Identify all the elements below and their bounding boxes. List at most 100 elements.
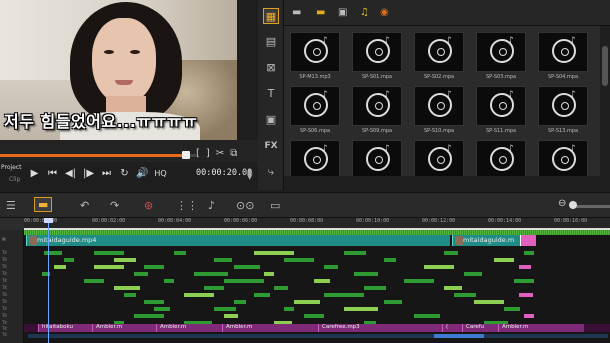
project-mode-label[interactable]: Project	[1, 164, 22, 171]
music-clip-label: hitaitaboku	[42, 324, 73, 330]
hq-toggle[interactable]: HQ	[154, 169, 167, 178]
track-label[interactable]: Tit	[2, 250, 22, 255]
undo-icon[interactable]: ↶	[80, 199, 89, 212]
enlarge-icon[interactable]: ⧉	[230, 148, 237, 159]
track-label[interactable]: Tit	[2, 326, 22, 331]
music-clip[interactable]: Ambler.m	[92, 324, 156, 332]
audio-tile[interactable]: ♪	[352, 140, 402, 180]
audio-tile[interactable]: ♪	[290, 140, 340, 180]
music-clip[interactable]: hitaitaboku	[38, 324, 92, 332]
audio-tile[interactable]: ♪	[352, 86, 402, 126]
mark-in-button[interactable]: [	[196, 148, 200, 159]
tile-label: SP-S04.mpa	[547, 74, 579, 80]
graphic-icon[interactable]: ▣	[263, 112, 279, 128]
note-icon: ♪	[570, 36, 576, 46]
prev-frame-icon[interactable]: ◀|	[64, 168, 77, 179]
music-clip[interactable]: Ambler.m	[156, 324, 222, 332]
record-capture-icon[interactable]: ⊛	[144, 199, 153, 212]
audio-tile[interactable]: ♪	[414, 32, 464, 72]
scrub-handle[interactable]	[182, 151, 190, 159]
browse-icon[interactable]: ◉	[380, 7, 389, 18]
title-icon[interactable]: T	[263, 86, 279, 102]
note-icon: ♪	[570, 90, 576, 100]
tile-label: SP-S10.mpa	[423, 128, 455, 134]
zoom-out-icon[interactable]: ⊖	[558, 198, 566, 209]
voice-track[interactable]	[24, 333, 610, 339]
audio-tile[interactable]: ♪	[476, 140, 526, 180]
redo-icon[interactable]: ↷	[110, 199, 119, 212]
audio-tile[interactable]: ♪	[290, 86, 340, 126]
music-clip[interactable]: Carefu	[462, 324, 498, 332]
music-clip[interactable]: Carefree.mp3	[318, 324, 442, 332]
track-label[interactable]: Tit	[2, 257, 22, 262]
video-filter-icon[interactable]: ▬	[316, 7, 325, 18]
split-clip-icon[interactable]: ✂	[216, 148, 224, 159]
library-scroll-thumb[interactable]	[602, 46, 608, 86]
path-icon[interactable]: ⤷	[263, 164, 279, 180]
timecode-spinner-icon[interactable]: ▲ ▼	[247, 168, 252, 181]
note-icon: ♪	[570, 144, 576, 154]
track-label[interactable]: Tit	[2, 271, 22, 276]
audio-tile[interactable]: ♪	[290, 32, 340, 72]
start-icon[interactable]: ⏮	[46, 168, 59, 179]
video-track-icon[interactable]: ▦	[2, 236, 22, 241]
track-label[interactable]: Tit	[2, 313, 22, 318]
note-icon: ♪	[446, 90, 452, 100]
audio-tile[interactable]: ♪	[352, 32, 402, 72]
volume-icon[interactable]: 🔊	[136, 168, 149, 179]
playhead-handle[interactable]	[44, 218, 53, 223]
video-clip[interactable]: mitaidaguide.m	[452, 235, 522, 246]
transport-controls: ▶ ⏮ ◀| |▶ ⏭ ↻ 🔊 HQ	[28, 168, 167, 179]
audio-tile[interactable]: ♪	[476, 32, 526, 72]
end-icon[interactable]: ⏭	[100, 168, 113, 179]
timecode-display[interactable]: 00:00:20.00	[196, 168, 252, 178]
track-label[interactable]: Tit	[2, 306, 22, 311]
photo-filter-icon[interactable]: ▣	[338, 7, 347, 18]
library-scrollbar[interactable]	[600, 26, 610, 186]
sound-mixer-icon[interactable]: ⋮⋮	[176, 199, 198, 212]
motion-tracking-icon[interactable]: ⊙⊙	[236, 199, 254, 212]
zoom-slider-handle[interactable]	[569, 201, 577, 209]
next-frame-icon[interactable]: |▶	[82, 168, 95, 179]
instant-project-icon[interactable]: ▤	[263, 34, 279, 50]
audio-tile[interactable]: ♪	[414, 86, 464, 126]
track-label[interactable]: Tit	[2, 285, 22, 290]
video-clip[interactable]: mitaidaguide.mp4	[26, 235, 450, 246]
audio-tile[interactable]: ♪	[538, 32, 588, 72]
music-track[interactable]: hitaitaboku Ambler.m Ambler.m Ambler.m C…	[24, 324, 610, 332]
storyboard-view-icon[interactable]: ☰	[6, 199, 16, 212]
ruler-tick: 00:00:04:00	[158, 218, 192, 224]
video-track[interactable]: mitaidaguide.mp4 mitaidaguide.m	[24, 235, 610, 246]
track-label[interactable]: Tit	[2, 299, 22, 304]
timeline-view-icon[interactable]: ▬	[34, 197, 53, 212]
track-label[interactable]: Tit	[2, 320, 22, 325]
track-label[interactable]: Tit	[2, 292, 22, 297]
preview-window[interactable]: 저두 힘들었어요...ㅠㅠㅠㅠ	[0, 0, 237, 140]
music-clip[interactable]: Ambler.m	[498, 324, 584, 332]
subtitle-editor-icon[interactable]: ▭	[270, 199, 280, 212]
audio-tile[interactable]: ♪	[538, 86, 588, 126]
transition-icon[interactable]: ⊠	[263, 60, 279, 76]
audio-filter-icon[interactable]: ♫	[360, 7, 369, 18]
music-clip[interactable]: Ambler.m	[222, 324, 318, 332]
auto-music-icon[interactable]: ♪	[208, 199, 215, 212]
track-label[interactable]: Tit	[2, 332, 22, 337]
folder-icon[interactable]: ▬	[292, 7, 301, 18]
track-label[interactable]: Tit	[2, 264, 22, 269]
filter-icon[interactable]: FX	[263, 138, 279, 154]
play-icon[interactable]: ▶	[28, 168, 41, 179]
repeat-icon[interactable]: ↻	[118, 168, 131, 179]
media-library-icon[interactable]: ▦	[263, 8, 279, 24]
tile-label: SP-S09.mpa	[361, 128, 393, 134]
audio-tile[interactable]: ♪	[538, 140, 588, 180]
audio-tile[interactable]: ♪	[414, 140, 464, 180]
clip-mode-label[interactable]: Clip	[9, 176, 20, 183]
music-clip[interactable]: (	[442, 324, 462, 332]
title-clip[interactable]	[520, 235, 536, 246]
scrub-progress[interactable]	[0, 154, 186, 157]
mark-out-button[interactable]: ]	[206, 148, 210, 159]
audio-tile[interactable]: ♪	[476, 86, 526, 126]
track-label[interactable]: Tit	[2, 278, 22, 283]
playhead-line[interactable]	[48, 218, 49, 343]
note-icon: ♪	[508, 90, 514, 100]
